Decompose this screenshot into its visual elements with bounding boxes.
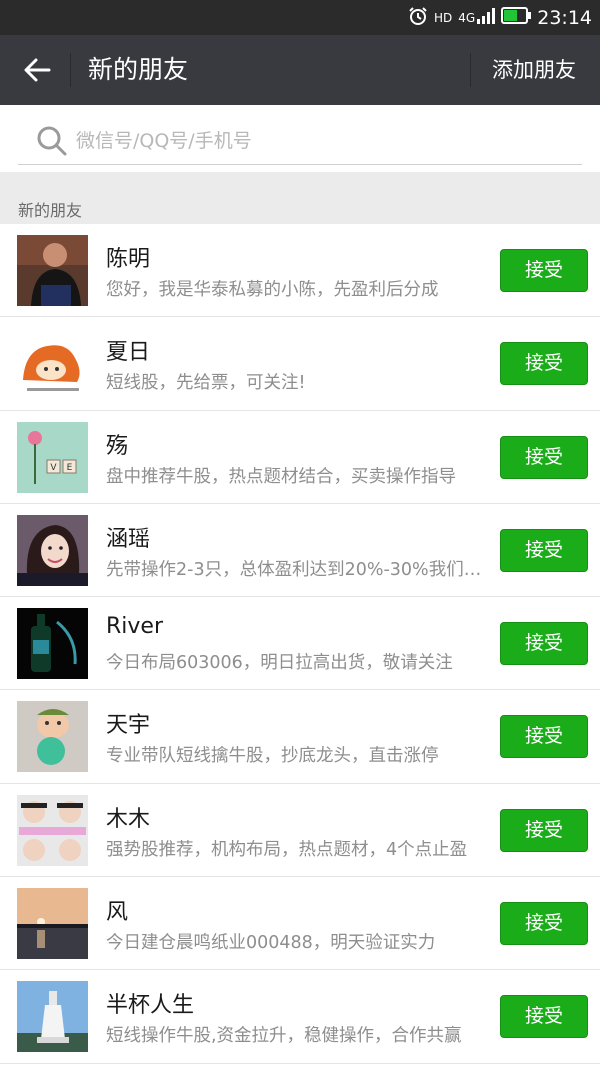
list-item[interactable]: 木木 强势股推荐，机构布局，热点题材，4个点止盈 接受 bbox=[0, 783, 600, 878]
love-avatar-icon[interactable]: VE bbox=[17, 421, 88, 493]
person-avatar-icon[interactable] bbox=[17, 235, 88, 306]
accept-button[interactable]: 接受 bbox=[500, 622, 588, 666]
page-title: 新的朋友 bbox=[88, 55, 189, 84]
signal-icon bbox=[477, 7, 496, 28]
alarm-icon bbox=[408, 6, 428, 30]
friend-message: 今日建仓晨鸣纸业000488，明天验证实力 bbox=[106, 933, 436, 954]
list-item[interactable]: VE 殇 盘中推荐牛股，热点题材结合，买卖操作指导 接受 bbox=[0, 410, 600, 505]
list-item[interactable]: 涵瑶 先带操作2-3只，总体盈利达到20%-30%我们再谈 接受 bbox=[0, 503, 600, 598]
hd-icon: HD bbox=[434, 10, 453, 25]
accept-button[interactable]: 接受 bbox=[500, 902, 588, 946]
friend-name: 夏日 bbox=[106, 340, 151, 366]
cartoon-avatar-icon[interactable] bbox=[17, 328, 88, 400]
network-type: 4G bbox=[458, 10, 476, 25]
friend-name: 殇 bbox=[106, 433, 129, 459]
list-item[interactable]: 夏日 短线股，先给票，可关注! 接受 bbox=[0, 317, 600, 411]
friend-name: River bbox=[106, 614, 163, 640]
svg-text:V: V bbox=[50, 463, 57, 473]
friend-message: 短线股，先给票，可关注! bbox=[106, 373, 306, 394]
divider bbox=[70, 53, 71, 87]
back-arrow-icon bbox=[24, 58, 51, 82]
accept-button[interactable]: 接受 bbox=[500, 435, 588, 479]
clock: 23:14 bbox=[537, 6, 592, 29]
bottle-avatar-icon[interactable] bbox=[17, 608, 88, 680]
friend-name: 风 bbox=[106, 900, 129, 926]
app-bar: 新的朋友 添加朋友 bbox=[0, 35, 600, 105]
add-friend-button[interactable]: 添加朋友 bbox=[492, 35, 576, 105]
list-item[interactable]: River 今日布局603006，明日拉高出货，敬请关注 接受 bbox=[0, 597, 600, 691]
search-input[interactable] bbox=[76, 125, 556, 157]
section-label: 新的朋友 bbox=[18, 201, 83, 220]
person-avatar-icon[interactable] bbox=[17, 514, 88, 586]
back-button[interactable] bbox=[14, 47, 60, 93]
status-icons: HD 4G 23:14 bbox=[402, 0, 592, 35]
friend-message: 您好，我是华泰私募的小陈，先盈利后分成 bbox=[106, 280, 439, 300]
friend-message: 强势股推荐，机构布局，热点题材，4个点止盈 bbox=[106, 839, 468, 860]
status-bar: HD 4G 23:14 bbox=[0, 0, 600, 35]
friend-name: 陈明 bbox=[106, 247, 151, 272]
divider bbox=[470, 53, 471, 87]
accept-button[interactable]: 接受 bbox=[500, 808, 588, 852]
collage-avatar-icon[interactable] bbox=[17, 794, 88, 866]
section-header: 新的朋友 bbox=[0, 172, 600, 224]
list-item[interactable]: 半杯人生 短线操作牛股,资金拉升，稳健操作，合作共赢 接受 bbox=[0, 970, 600, 1064]
friend-message: 盘中推荐牛股，热点题材结合，买卖操作指导 bbox=[106, 466, 456, 487]
list-item[interactable]: 天宇 专业带队短线擒牛股，抄底龙头，直击涨停 接受 bbox=[0, 690, 600, 785]
statue-avatar-icon[interactable] bbox=[17, 981, 88, 1053]
friend-message: 今日布局603006，明日拉高出货，敬请关注 bbox=[106, 653, 453, 674]
friend-message: 专业带队短线擒牛股，抄底龙头，直击涨停 bbox=[106, 746, 439, 767]
search-icon bbox=[37, 126, 67, 156]
friend-name: 木木 bbox=[106, 806, 151, 832]
friend-name: 涵瑶 bbox=[106, 526, 151, 552]
friend-name: 半杯人生 bbox=[106, 993, 195, 1019]
toy-avatar-icon[interactable] bbox=[17, 701, 88, 773]
list-item[interactable]: 陈明 您好，我是华泰私募的小陈，先盈利后分成 接受 bbox=[0, 224, 600, 318]
accept-button[interactable]: 接受 bbox=[500, 715, 588, 759]
accept-button[interactable]: 接受 bbox=[500, 995, 588, 1039]
search-field[interactable] bbox=[18, 119, 582, 165]
search-area bbox=[0, 105, 600, 172]
list-item[interactable]: 风 今日建仓晨鸣纸业000488，明天验证实力 接受 bbox=[0, 877, 600, 971]
sunset-avatar-icon[interactable] bbox=[17, 888, 88, 960]
friend-name: 天宇 bbox=[106, 713, 151, 739]
accept-button[interactable]: 接受 bbox=[500, 249, 588, 292]
accept-button[interactable]: 接受 bbox=[500, 528, 588, 572]
battery-icon bbox=[501, 7, 532, 28]
accept-button[interactable]: 接受 bbox=[500, 342, 588, 386]
friend-message: 先带操作2-3只，总体盈利达到20%-30%我们再谈 bbox=[106, 559, 492, 580]
friend-message: 短线操作牛股,资金拉升，稳健操作，合作共赢 bbox=[106, 1026, 462, 1047]
friend-request-list: 陈明 您好，我是华泰私募的小陈，先盈利后分成 接受 夏日 短线股，先给票，可关注… bbox=[0, 224, 600, 1064]
svg-text:E: E bbox=[67, 463, 73, 473]
